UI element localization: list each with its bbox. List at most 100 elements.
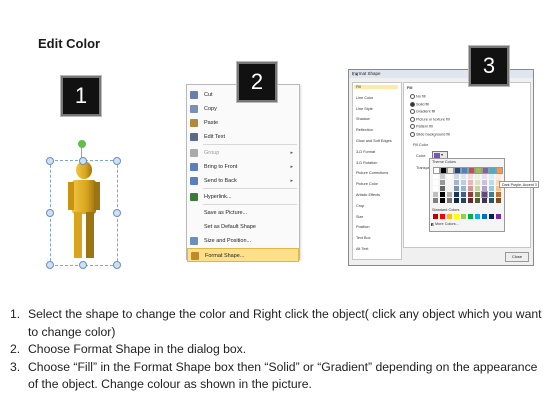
theme-color-swatch[interactable] [496,167,503,174]
theme-shade-swatch[interactable] [496,198,501,203]
theme-shade-swatch[interactable] [433,180,438,185]
standard-color-swatch[interactable] [468,214,473,219]
nav-item-position[interactable]: Position [356,225,370,229]
close-button[interactable]: Close [505,252,529,262]
menu-item-group[interactable]: Group ▸ [187,146,299,160]
theme-shade-swatch[interactable] [482,180,487,185]
theme-shade-swatch[interactable] [482,186,487,191]
theme-color-swatch[interactable] [447,167,454,174]
theme-shade-swatch[interactable] [454,192,459,197]
resize-handle-ml[interactable] [46,209,54,217]
theme-shade-swatch[interactable] [475,186,480,191]
fill-option-gradient-fill[interactable]: Gradient fill [410,109,435,114]
theme-color-swatch[interactable] [489,167,496,174]
theme-shade-swatch[interactable] [461,192,466,197]
theme-shade-swatch[interactable] [440,174,445,179]
theme-shade-swatch[interactable] [489,186,494,191]
theme-shade-swatch[interactable] [433,192,438,197]
nav-item-3-d-format[interactable]: 3-D Format [356,150,375,154]
standard-color-swatch[interactable] [482,214,487,219]
theme-shade-swatch[interactable] [447,192,452,197]
theme-shade-swatch[interactable] [440,180,445,185]
menu-item-paste[interactable]: Paste [187,116,299,130]
standard-color-swatch[interactable] [489,214,494,219]
nav-item-glow-and-soft-edges[interactable]: Glow and Soft Edges [356,139,392,143]
theme-shade-swatch[interactable] [447,198,452,203]
fill-option-picture-or-texture-fill[interactable]: Picture or texture fill [410,116,450,122]
theme-shade-swatch[interactable] [482,198,487,203]
theme-shade-swatch[interactable] [454,186,459,191]
standard-color-swatch[interactable] [461,214,466,219]
theme-color-swatch[interactable] [475,167,482,174]
theme-shade-swatch[interactable] [447,180,452,185]
theme-shade-swatch[interactable] [440,186,445,191]
fill-option-slide-background-fill[interactable]: Slide background fill [410,131,450,137]
theme-shade-swatch[interactable] [468,198,473,203]
theme-color-swatch[interactable] [461,167,468,174]
theme-shade-swatch[interactable] [489,192,494,197]
theme-shade-swatch[interactable] [475,180,480,185]
nav-item-shadow[interactable]: Shadow [356,117,370,121]
resize-handle-tr[interactable] [113,157,121,165]
fill-option-no-fill[interactable]: No fill [410,94,426,99]
theme-shade-swatch[interactable] [468,174,473,179]
theme-shade-swatch[interactable] [489,198,494,203]
nav-item-3-d-rotation[interactable]: 3-D Rotation [356,161,377,165]
theme-shade-swatch[interactable] [496,192,501,197]
menu-item-hyperlink[interactable]: Hyperlink... [187,190,299,204]
menu-item-save-as-picture[interactable]: Save as Picture... [187,206,299,220]
standard-color-swatch[interactable] [475,214,480,219]
resize-handle-bm[interactable] [79,261,87,269]
theme-shade-swatch[interactable] [468,192,473,197]
standard-color-swatch[interactable] [433,214,438,219]
menu-item-set-as-default-shape[interactable]: Set as Default Shape [187,220,299,234]
theme-shade-swatch[interactable] [461,180,466,185]
nav-item-picture-corrections[interactable]: Picture Corrections [356,171,388,175]
nav-item-text-box[interactable]: Text Box [356,236,371,240]
nav-item-size[interactable]: Size [356,215,363,219]
theme-shade-swatch[interactable] [461,186,466,191]
nav-item-crop[interactable]: Crop [356,204,364,208]
theme-shade-swatch[interactable] [440,192,445,197]
theme-shade-swatch[interactable] [440,198,445,203]
theme-color-swatch[interactable] [468,167,475,174]
theme-shade-swatch[interactable] [447,186,452,191]
menu-item-size-and-position[interactable]: Size and Position... [187,234,299,248]
theme-shade-swatch[interactable] [489,180,494,185]
theme-shade-swatch[interactable] [475,174,480,179]
theme-shade-swatch[interactable] [461,198,466,203]
standard-color-swatch[interactable] [447,214,452,219]
theme-shade-swatch[interactable] [454,198,459,203]
rotation-handle[interactable] [78,140,86,148]
resize-handle-br[interactable] [113,261,121,269]
theme-shade-swatch[interactable] [461,174,466,179]
theme-shade-swatch[interactable] [433,174,438,179]
theme-shade-swatch[interactable] [447,174,452,179]
more-colors-option[interactable]: More Colors... [435,222,459,226]
theme-shade-swatch[interactable] [433,198,438,203]
menu-item-send-to-back[interactable]: Send to Back ▸ [187,174,299,188]
theme-shade-swatch[interactable] [468,186,473,191]
theme-color-swatch[interactable] [440,167,447,174]
theme-shade-swatch[interactable] [475,192,480,197]
resize-handle-mr[interactable] [113,209,121,217]
resize-handle-tl[interactable] [46,157,54,165]
theme-shade-swatch[interactable] [468,180,473,185]
fill-option-pattern-fill[interactable]: Pattern fill [410,124,433,129]
theme-shade-swatch[interactable] [454,174,459,179]
nav-item-alt-text[interactable]: Alt Text [356,247,368,251]
resize-handle-bl[interactable] [46,261,54,269]
nav-item-line-color[interactable]: Line Color [356,96,373,100]
standard-color-swatch[interactable] [440,214,445,219]
theme-shade-swatch[interactable] [481,191,488,198]
nav-item-picture-color[interactable]: Picture Color [356,182,378,186]
person-figure-icon[interactable] [56,158,112,266]
menu-item-copy[interactable]: Copy [187,102,299,116]
nav-item-reflection[interactable]: Reflection [356,128,373,132]
nav-item-fill[interactable]: Fill [354,85,398,89]
resize-handle-tm[interactable] [79,157,87,165]
nav-item-artistic-effects[interactable]: Artistic Effects [356,193,380,197]
menu-item-edit-text[interactable]: Edit Text [187,130,299,144]
fill-option-solid-fill[interactable]: Solid fill [410,101,429,107]
theme-shade-swatch[interactable] [496,174,501,179]
